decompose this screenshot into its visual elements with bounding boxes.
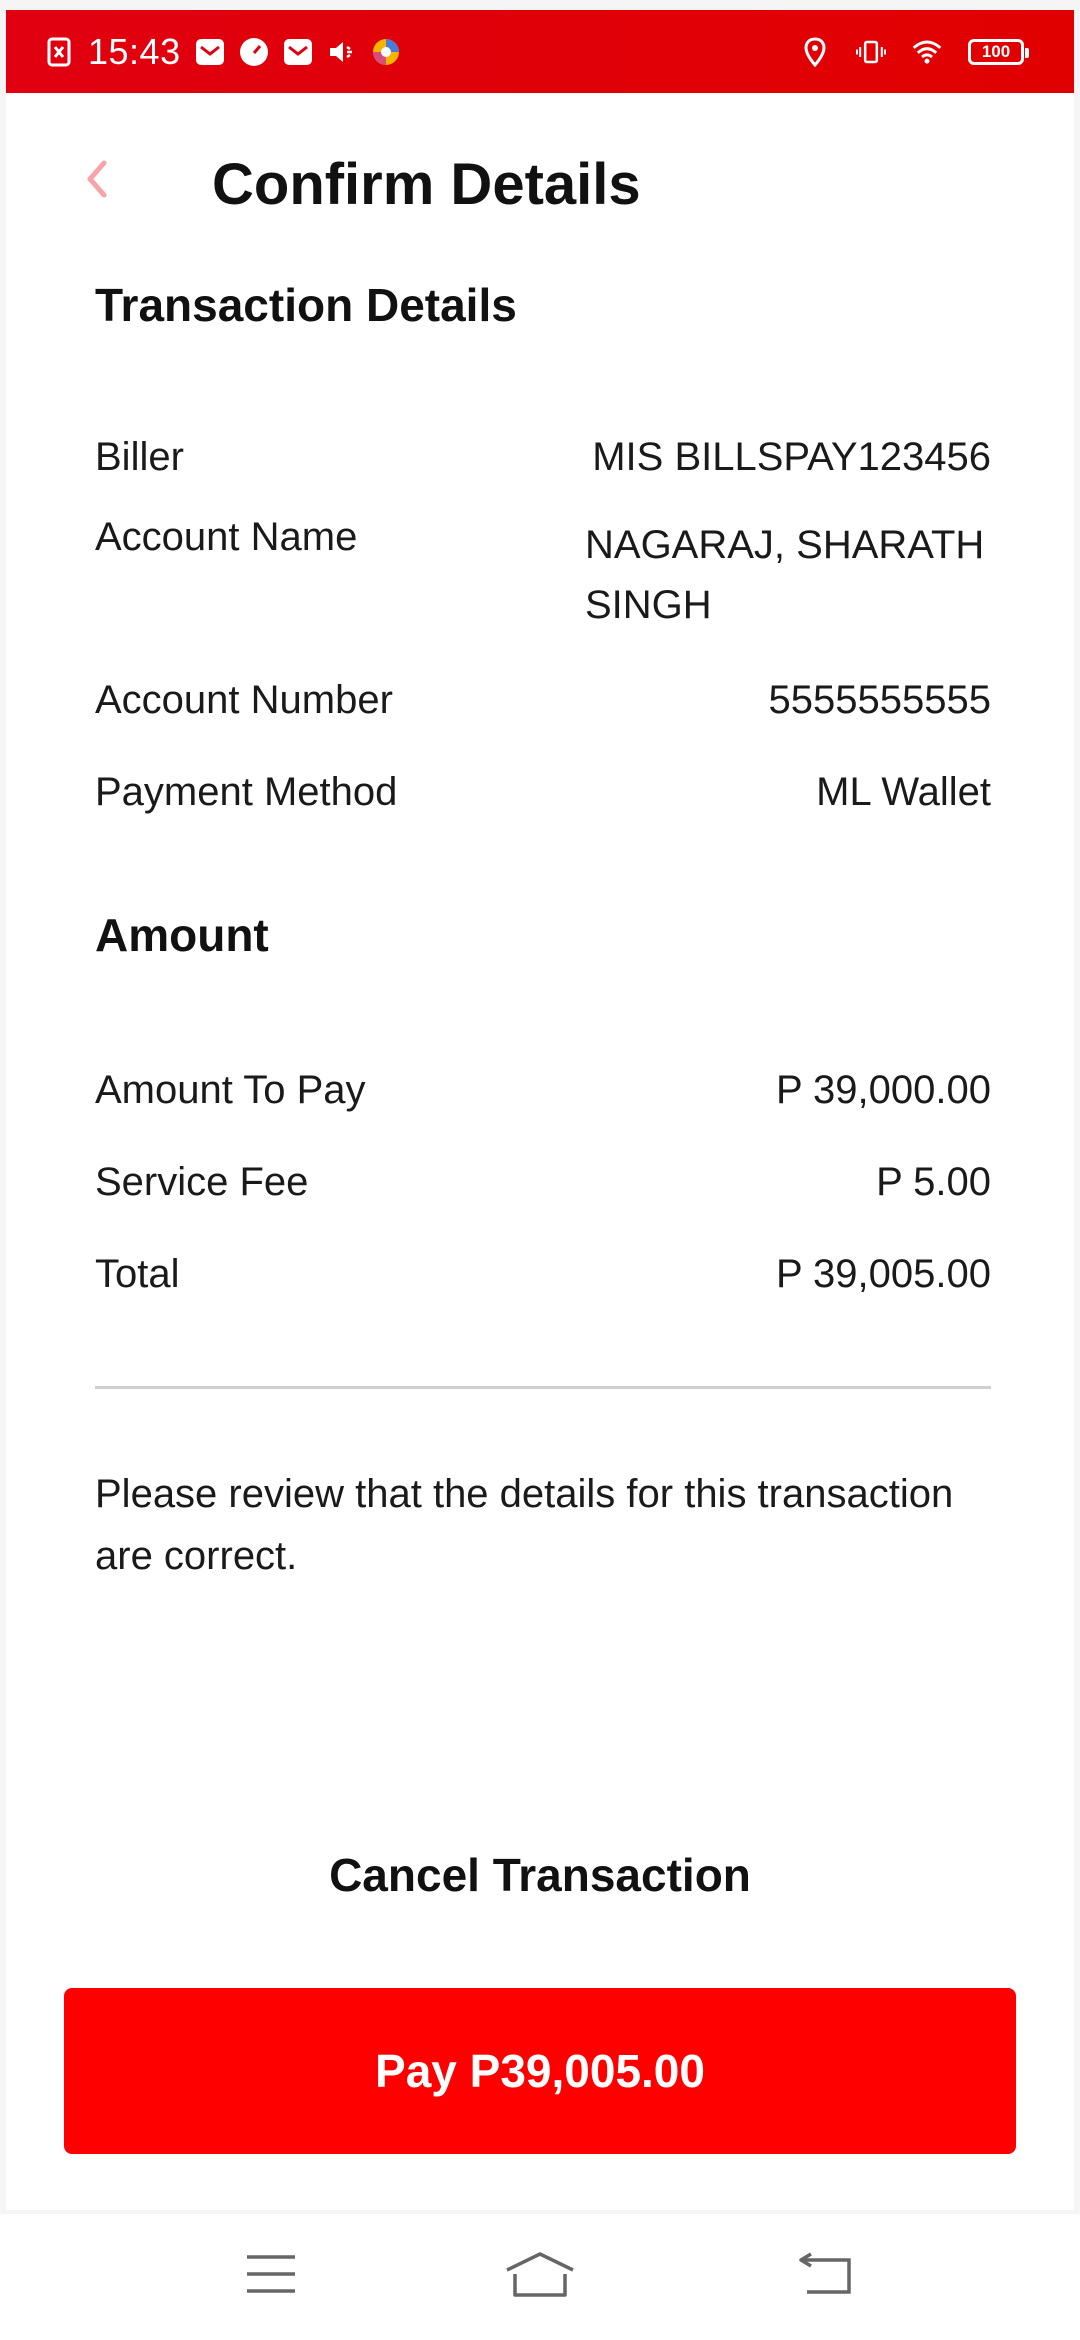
row-label: Amount To Pay — [95, 1068, 366, 1112]
mail-icon — [195, 37, 225, 67]
sim-off-icon — [44, 37, 74, 67]
vibrate-icon — [856, 37, 886, 67]
mail-icon — [283, 37, 313, 67]
row-value: NAGARAJ, SHARATH SINGH — [585, 523, 985, 627]
row-value: P 5.00 — [876, 1160, 991, 1204]
location-icon — [800, 36, 830, 67]
amount-to-pay-row: Amount To Pay P 39,000.00 — [95, 1068, 991, 1113]
divider — [95, 1386, 991, 1389]
row-label: Account Number — [95, 678, 393, 722]
status-bar-left: 15:43 — [44, 10, 401, 93]
battery-icon: 100 — [968, 38, 1029, 65]
row-value: ML Wallet — [816, 770, 991, 814]
status-bar: 15:43 100 — [6, 10, 1074, 93]
account-name-row: Account Name NAGARAJ, SHARATH SINGH — [95, 515, 991, 635]
home-icon[interactable] — [505, 2244, 575, 2304]
status-time: 15:43 — [88, 30, 181, 72]
status-bar-right: 100 — [800, 10, 1029, 93]
review-note: Please review that the details for this … — [95, 1472, 954, 1578]
header: Confirm Details — [6, 93, 1074, 271]
row-label: Biller — [95, 435, 184, 479]
row-label: Service Fee — [95, 1160, 309, 1204]
amount-section-title: Amount — [95, 909, 269, 961]
row-label: Total — [95, 1252, 180, 1296]
row-value: 5555555555 — [768, 678, 991, 722]
page-title: Confirm Details — [212, 152, 641, 217]
browser-icon — [371, 37, 401, 67]
cancel-transaction-button[interactable]: Cancel Transaction — [6, 1840, 1074, 1910]
chevron-left-icon — [87, 160, 107, 198]
menu-icon[interactable] — [236, 2244, 306, 2304]
service-fee-row: Service Fee P 5.00 — [95, 1160, 991, 1205]
total-row: Total P 39,005.00 — [95, 1252, 991, 1297]
app-screen: 15:43 100 Confirm Details Transaction De… — [6, 10, 1074, 2210]
wifi-icon — [912, 37, 942, 67]
pay-button[interactable]: Pay P39,005.00 — [64, 1988, 1016, 2154]
row-value: P 39,000.00 — [775, 1068, 991, 1112]
biller-row: Biller MIS BILLSPAY123456 — [95, 435, 991, 480]
account-number-row: Account Number 5555555555 — [95, 678, 991, 723]
speedometer-icon — [239, 37, 269, 67]
transaction-section-title: Transaction Details — [95, 279, 517, 331]
row-label: Account Name — [95, 515, 358, 559]
row-value: P 39,005.00 — [775, 1252, 991, 1296]
navigation-bar — [0, 2214, 1080, 2340]
payment-method-row: Payment Method ML Wallet — [95, 770, 991, 815]
back-icon[interactable] — [790, 2244, 860, 2304]
mute-icon — [327, 37, 357, 67]
row-label: Payment Method — [95, 770, 398, 814]
row-value: MIS BILLSPAY123456 — [592, 435, 991, 479]
back-button[interactable] — [66, 149, 126, 209]
